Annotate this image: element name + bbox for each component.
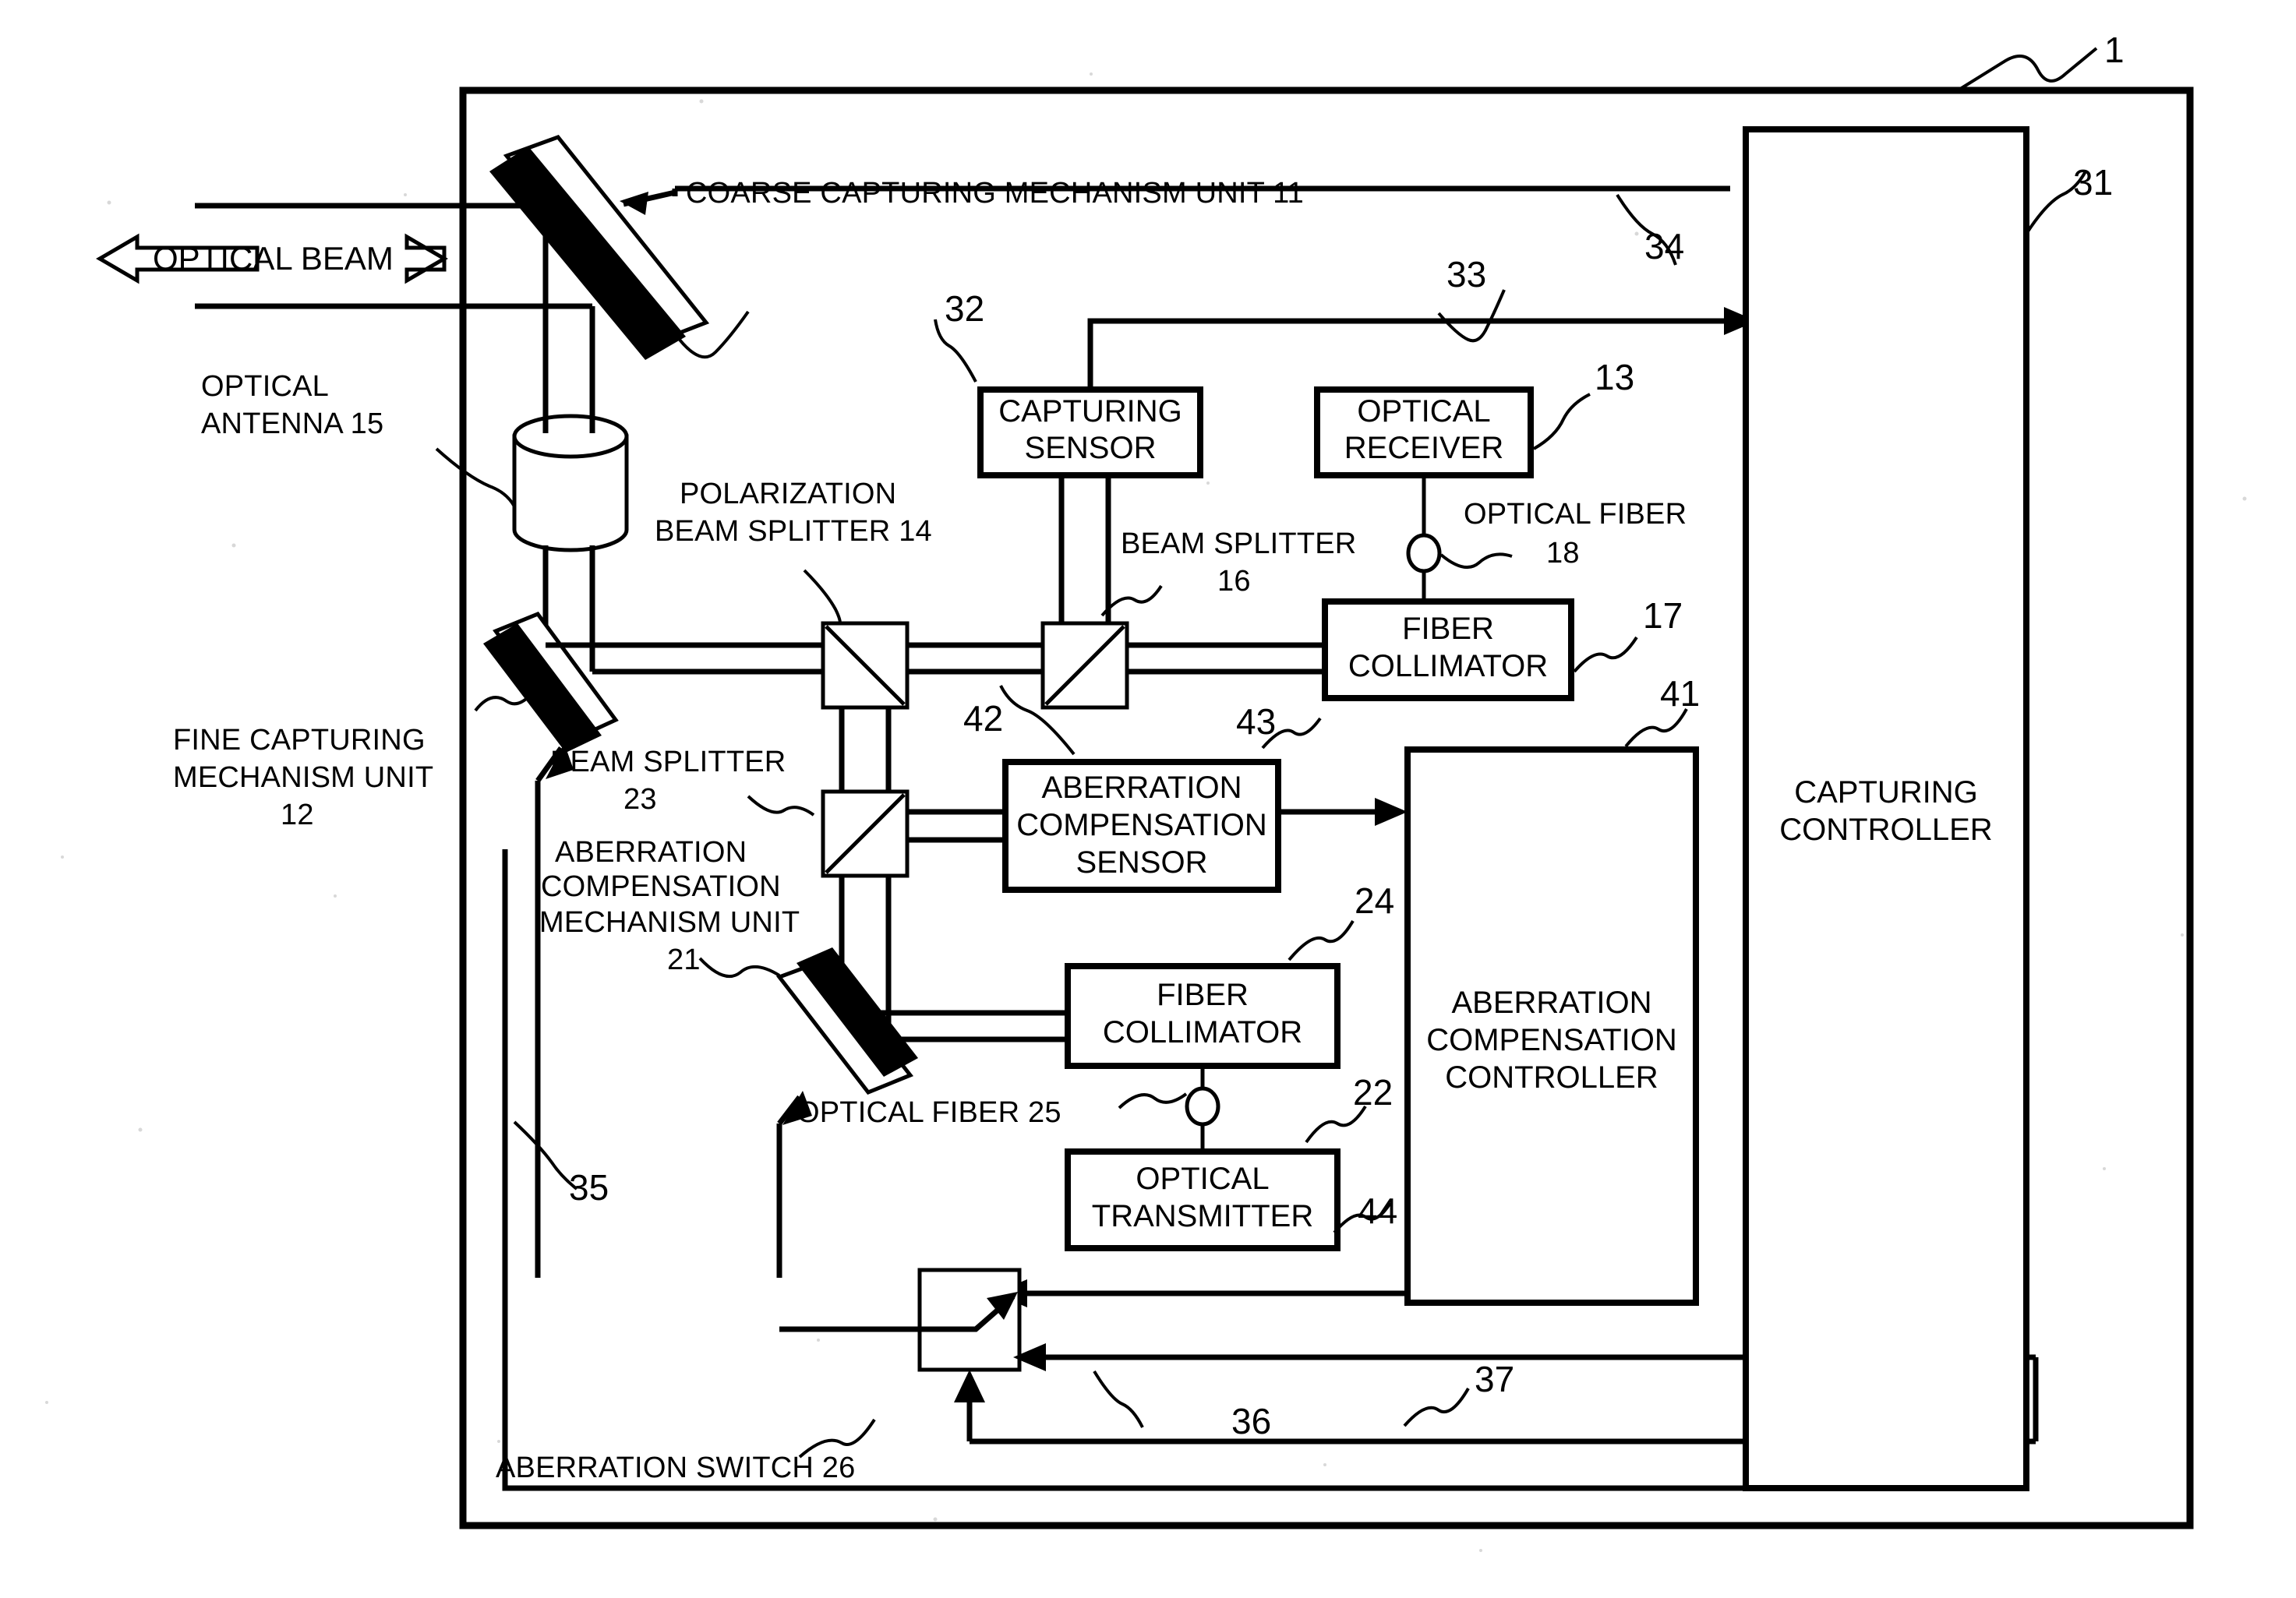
aberration-compensation-sensor-box: ABERRATION COMPENSATION SENSOR — [1002, 759, 1281, 893]
ref-numeral-42: 42 — [963, 698, 1003, 739]
ref-numeral-22: 22 — [1353, 1072, 1393, 1113]
ref-numeral-43: 43 — [1236, 701, 1276, 742]
optical-transmitter-box: OPTICAL TRANSMITTER — [1065, 1148, 1341, 1251]
acs-line2: COMPENSATION — [1016, 808, 1267, 842]
polarization-bs-label-line1: POLARIZATION — [680, 478, 896, 510]
aberration-mech-line3: MECHANISM UNIT — [539, 906, 800, 939]
ref-numeral-35: 35 — [569, 1167, 609, 1208]
ref-numeral-31: 31 — [2073, 162, 2113, 203]
optical-fiber-25-node — [1185, 1086, 1220, 1127]
capturing-controller-box: CAPTURING CONTROLLER — [1743, 126, 2029, 1491]
optical-transmitter-line1: OPTICAL — [1136, 1162, 1269, 1196]
ref-numeral-37: 37 — [1475, 1359, 1514, 1399]
ref-numeral-34: 34 — [1644, 226, 1684, 266]
acs-line1: ABERRATION — [1041, 771, 1242, 805]
optical-antenna-15 — [512, 414, 629, 552]
beam-splitter-16-label-line2: 16 — [1217, 565, 1251, 598]
acc-line2: COMPENSATION — [1426, 1023, 1677, 1057]
optical-transmitter-line2: TRANSMITTER — [1092, 1199, 1313, 1233]
aberration-mech-line1: ABERRATION — [555, 836, 747, 869]
optical-antenna-label-line1: OPTICAL — [201, 370, 329, 403]
capturing-sensor-line2: SENSOR — [1025, 431, 1157, 465]
capturing-controller-line2: CONTROLLER — [1779, 813, 1992, 847]
aberration-switch-26 — [917, 1268, 1022, 1372]
ref-numeral-36: 36 — [1231, 1401, 1271, 1441]
capturing-sensor-line1: CAPTURING — [998, 394, 1182, 429]
ref-numeral-13: 13 — [1595, 357, 1634, 397]
optical-fiber-18-label-line1: OPTICAL FIBER — [1464, 498, 1687, 531]
ref-numeral-17: 17 — [1643, 595, 1683, 636]
acc-line1: ABERRATION — [1451, 986, 1651, 1020]
fine-capturing-label-line1: FINE CAPTURING — [173, 724, 426, 757]
ref-numeral-33: 33 — [1446, 254, 1486, 295]
beam-splitter-23-label-line1: BEAM SPLITTER — [550, 746, 786, 778]
beam-splitter-16 — [1040, 621, 1129, 710]
aberration-mech-line4: 21 — [667, 944, 701, 976]
ref-numeral-44: 44 — [1358, 1191, 1397, 1231]
ref-numeral-41: 41 — [1660, 673, 1700, 714]
optical-fiber-18-label-line2: 18 — [1546, 537, 1580, 570]
capturing-controller-line1: CAPTURING — [1794, 775, 1978, 810]
acs-line3: SENSOR — [1076, 845, 1208, 880]
acc-line3: CONTROLLER — [1445, 1060, 1658, 1095]
aberration-compensation-controller-box: ABERRATION COMPENSATION CONTROLLER — [1404, 746, 1699, 1306]
polarization-beam-splitter-14 — [821, 621, 910, 710]
optical-receiver-line1: OPTICAL — [1357, 394, 1490, 429]
fiber-collimator-24-box: FIBER COLLIMATOR — [1065, 963, 1341, 1069]
aberration-mech-line2: COMPENSATION — [541, 870, 781, 903]
optical-communication-block-diagram: 1 OPTICAL BEAM COARSE CAPTURING MECHANIS… — [0, 0, 2296, 1598]
ref-numeral-24: 24 — [1355, 880, 1394, 921]
fiber-collimator-24-line2: COLLIMATOR — [1103, 1015, 1302, 1049]
optical-fiber-25-label: OPTICAL FIBER 25 — [797, 1096, 1061, 1129]
optical-receiver-line2: RECEIVER — [1344, 431, 1504, 465]
optical-beam-label: OPTICAL BEAM — [153, 240, 394, 277]
polarization-bs-label-line2: BEAM SPLITTER 14 — [655, 515, 932, 548]
ref-numeral-32: 32 — [945, 288, 984, 329]
beam-splitter-23 — [821, 789, 910, 878]
patent-figure: 1 OPTICAL BEAM COARSE CAPTURING MECHANIS… — [0, 0, 2296, 1598]
fiber-collimator-24-line1: FIBER — [1157, 978, 1249, 1012]
ref-numeral-device: 1 — [2104, 30, 2125, 70]
optical-antenna-label-line2: ANTENNA 15 — [201, 407, 383, 440]
capturing-sensor-box: CAPTURING SENSOR — [977, 386, 1203, 478]
beam-splitter-16-label-line1: BEAM SPLITTER — [1121, 527, 1356, 560]
fiber-collimator-17-line1: FIBER — [1402, 612, 1494, 646]
fine-capturing-label-line2: MECHANISM UNIT — [173, 761, 433, 794]
optical-receiver-box: OPTICAL RECEIVER — [1314, 386, 1534, 478]
fiber-collimator-17-box: FIBER COLLIMATOR — [1322, 598, 1574, 701]
fiber-collimator-17-line2: COLLIMATOR — [1348, 649, 1548, 683]
optical-fiber-18-node — [1406, 533, 1442, 573]
fine-capturing-label-line3: 12 — [281, 799, 314, 831]
beam-splitter-23-label-line2: 23 — [623, 783, 657, 816]
coarse-capturing-label: COARSE CAPTURING MECHANISM UNIT 11 — [686, 177, 1304, 210]
